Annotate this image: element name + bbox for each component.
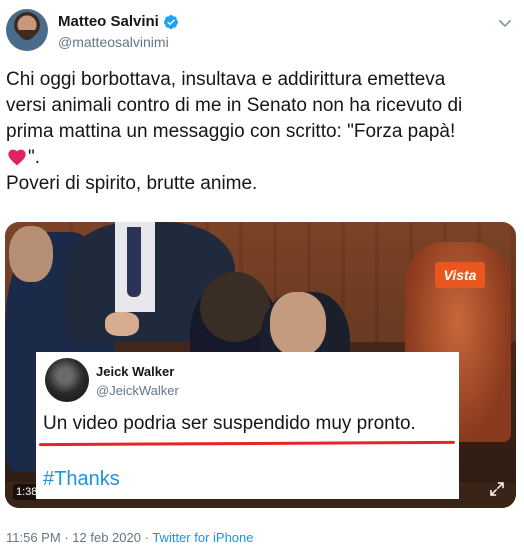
author-handle[interactable]: @matteosalvinimi bbox=[58, 34, 179, 50]
overlay-text: Un video podria ser suspendido muy pront… bbox=[43, 413, 416, 434]
vista-watermark-logo: Vista bbox=[435, 262, 485, 288]
tweet-line: Chi oggi borbottava, insultava e addirit… bbox=[6, 69, 446, 90]
tweet-line-emoji: ". bbox=[6, 145, 516, 171]
tweet-line: versi animali contro di me in Senato non… bbox=[6, 95, 463, 116]
meta-separator: · bbox=[64, 530, 69, 545]
red-underline bbox=[38, 440, 456, 447]
overlay-display-name[interactable]: Jeick Walker bbox=[96, 364, 174, 379]
tweet-line-suffix: ". bbox=[28, 147, 41, 168]
author-name-row[interactable]: Matteo Salvini bbox=[58, 13, 179, 30]
tweet-time[interactable]: 11:56 PM bbox=[6, 530, 61, 545]
tweet-source-link[interactable]: Twitter for iPhone bbox=[152, 530, 253, 545]
tweet-text: Chi oggi borbottava, insultava e addirit… bbox=[6, 67, 516, 197]
avatar[interactable] bbox=[6, 9, 48, 51]
chevron-down-icon[interactable] bbox=[496, 14, 514, 32]
quoted-overlay-card: Jeick Walker @JeickWalker Un video podri… bbox=[36, 352, 459, 499]
overlay-avatar[interactable] bbox=[45, 358, 89, 402]
red-heart-icon bbox=[8, 149, 26, 166]
author-display-name[interactable]: Matteo Salvini bbox=[58, 13, 159, 30]
overlay-hashtag-link[interactable]: #Thanks bbox=[43, 468, 120, 491]
tweet-date[interactable]: 12 feb 2020 bbox=[72, 530, 141, 545]
author-block: Matteo Salvini @matteosalvinimi bbox=[58, 13, 179, 50]
fullscreen-icon[interactable] bbox=[488, 480, 506, 498]
meta-separator: · bbox=[144, 530, 149, 545]
tweet-line: prima mattina un messaggio con scritto: … bbox=[6, 121, 456, 142]
tweet: Matteo Salvini @matteosalvinimi Chi oggi… bbox=[0, 0, 524, 560]
tweet-meta: 11:56 PM · 12 feb 2020 · Twitter for iPh… bbox=[6, 530, 253, 545]
overlay-handle[interactable]: @JeickWalker bbox=[96, 383, 179, 398]
tweet-line: Poveri di spirito, brutte anime. bbox=[6, 173, 258, 194]
verified-badge-icon bbox=[163, 14, 178, 29]
